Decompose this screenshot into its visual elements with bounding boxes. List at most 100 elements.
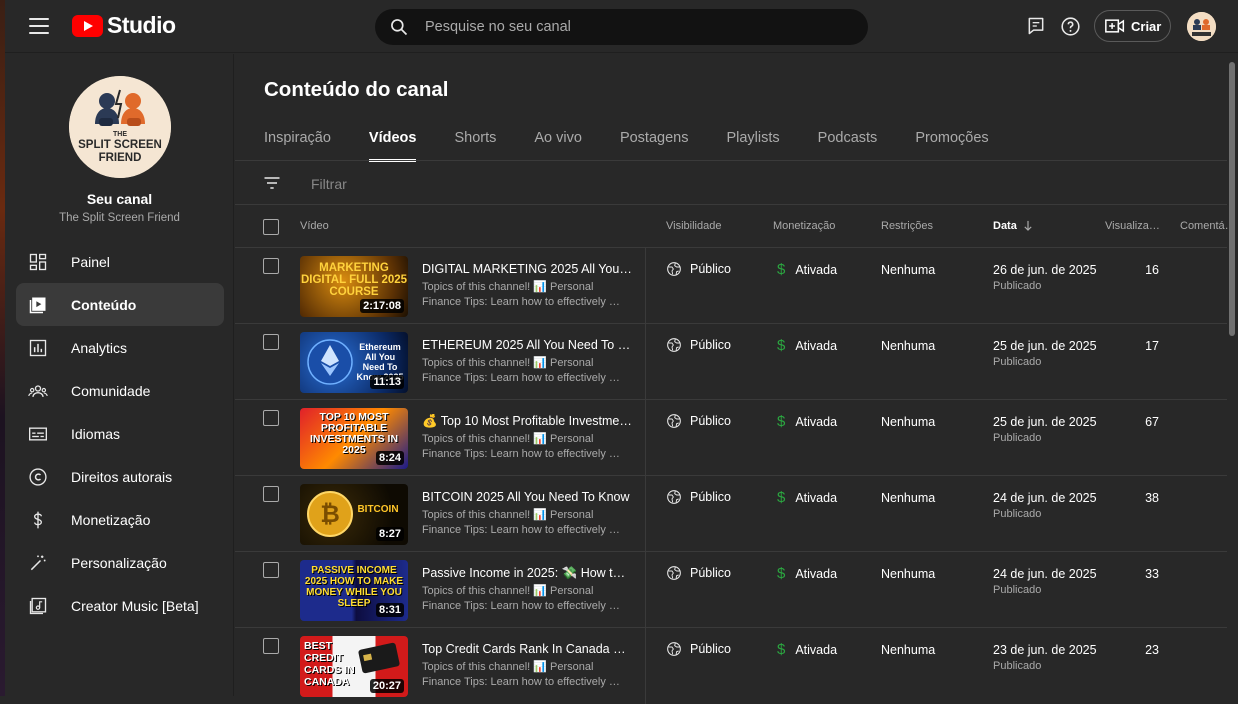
sidebar-nav: Painel Conteúdo Analytics Comunidade Idi… [16,240,224,627]
page-title: Conteúdo do canal [264,78,449,101]
sidebar-item-creator-music[interactable]: Creator Music [Beta] [16,584,224,627]
sidebar-item-painel[interactable]: Painel [16,240,224,283]
video-thumbnail[interactable]: MARKETING DIGITAL FULL 2025 COURSE 2:17:… [300,256,408,317]
restrictions-cell: Nenhuma [881,415,936,429]
video-thumbnail[interactable]: PASSIVE INCOME 2025 HOW TO MAKE MONEY WH… [300,560,408,621]
logo-text: Studio [107,12,176,38]
row-checkbox[interactable] [263,562,279,578]
desc-line: Finance Tips: Learn how to effectively m… [422,676,622,688]
video-thumbnail[interactable]: Ethereum All You Need To Know 2025 11:13 [300,332,408,393]
row-checkbox[interactable] [263,486,279,502]
sidebar-item-monetizacao[interactable]: Monetização [16,498,224,541]
create-video-icon [1105,19,1125,33]
desc-line: Finance Tips: Learn how to effectively m… [422,372,622,384]
tab-postagens[interactable]: Postagens [620,130,689,160]
sidebar-item-personalizacao[interactable]: Personalização [16,541,224,584]
monetization-cell[interactable]: $ Ativada [777,337,837,354]
visibility-cell[interactable]: Público [666,261,731,277]
filter-input[interactable]: Filtrar [311,176,347,192]
sidebar-item-analytics[interactable]: Analytics [16,326,224,369]
studio-logo[interactable]: Studio [72,12,176,39]
row-checkbox[interactable] [263,334,279,350]
header-monetization[interactable]: Monetização [773,220,835,232]
monetization-cell[interactable]: $ Ativada [777,413,837,430]
account-avatar[interactable] [1187,12,1216,41]
visibility-cell[interactable]: Público [666,641,731,657]
sidebar-item-label: Personalização [71,554,167,571]
main-content: Conteúdo do canal Inspiração Vídeos Shor… [235,54,1236,704]
video-title[interactable]: DIGITAL MARKETING 2025 All You Need To K… [422,262,632,276]
avatar-text-top: THE [113,131,127,138]
monetization-cell[interactable]: $ Ativada [777,641,837,658]
search-bar[interactable]: Pesquise no seu canal [375,9,868,45]
table-row[interactable]: BEST CREDIT CARDS IN CANADA 20:27 Top Cr… [235,628,1227,704]
table-row[interactable]: PASSIVE INCOME 2025 HOW TO MAKE MONEY WH… [235,552,1227,628]
video-title[interactable]: BITCOIN 2025 All You Need To Know [422,490,632,504]
visibility-label: Público [690,414,731,428]
help-icon[interactable] [1058,14,1082,38]
table-row[interactable]: ₿ BITCOIN 8:27 BITCOIN 2025 All You Need… [235,476,1227,552]
sidebar-item-comunidade[interactable]: Comunidade [16,369,224,412]
tab-inspiracao[interactable]: Inspiração [264,130,331,160]
tab-podcasts[interactable]: Podcasts [818,130,878,160]
row-checkbox[interactable] [263,638,279,654]
visibility-cell[interactable]: Público [666,565,731,581]
visibility-cell[interactable]: Público [666,337,731,353]
sidebar-item-conteudo[interactable]: Conteúdo [16,283,224,326]
sidebar-item-idiomas[interactable]: Idiomas [16,412,224,455]
monetization-label: Ativada [795,490,838,505]
date-status: Publicado [993,584,1042,596]
tab-playlists[interactable]: Playlists [726,130,779,160]
visibility-cell[interactable]: Público [666,489,731,505]
header-restrictions[interactable]: Restrições [881,220,933,232]
header-views[interactable]: Visualiza… [1105,220,1160,232]
avatar-image [1187,12,1216,41]
create-button[interactable]: Criar [1094,10,1171,42]
header-visibility[interactable]: Visibilidade [666,220,721,232]
monetization-cell[interactable]: $ Ativada [777,565,837,582]
monetization-label: Ativada [795,566,838,581]
avatar-text-bottom: FRIEND [98,152,142,164]
channel-title[interactable]: Seu canal [5,191,234,207]
table-row[interactable]: Ethereum All You Need To Know 2025 11:13… [235,324,1227,400]
video-title[interactable]: Passive Income in 2025: 💸 How to Make Mo… [422,566,632,581]
top-bar: Studio Pesquise no seu canal Criar [5,0,1238,53]
hamburger-menu-icon[interactable] [25,14,53,38]
header-date[interactable]: Data [993,220,1033,232]
row-checkbox[interactable] [263,410,279,426]
row-checkbox[interactable] [263,258,279,274]
feedback-icon[interactable] [1024,14,1048,38]
tab-videos[interactable]: Vídeos [368,130,416,162]
sidebar-item-direitos-autorais[interactable]: Direitos autorais [16,455,224,498]
video-title[interactable]: 💰 Top 10 Most Profitable Investments in … [422,414,632,429]
header-comments[interactable]: Comentá… [1180,220,1236,232]
video-thumbnail[interactable]: TOP 10 MOST PROFITABLE INVESTMENTS IN 20… [300,408,408,469]
date-status: Publicado [993,508,1042,520]
tab-promocoes[interactable]: Promoções [915,130,988,160]
desc-line: Finance Tips: Learn how to effectively m… [422,600,622,612]
select-all-checkbox[interactable] [263,219,279,235]
video-description: Topics of this channel! 📊 Personal Financ… [422,432,622,462]
tab-shorts[interactable]: Shorts [454,130,496,160]
date-cell: 25 de jun. de 2025 [993,415,1097,429]
date-cell: 24 de jun. de 2025 [993,491,1097,505]
thumbnail-text: TOP 10 MOST PROFITABLE INVESTMENTS IN 20… [309,411,399,456]
monetization-cell[interactable]: $ Ativada [777,489,837,506]
video-thumbnail[interactable]: BEST CREDIT CARDS IN CANADA 20:27 [300,636,408,697]
restrictions-cell: Nenhuma [881,263,936,277]
video-title[interactable]: Top Credit Cards Rank In Canada 🇨🇦 (2025… [422,642,632,657]
channel-avatar[interactable]: THE SPLIT SCREEN FRIEND [69,76,171,178]
video-title[interactable]: ETHEREUM 2025 All You Need To Know [422,338,632,352]
table-row[interactable]: TOP 10 MOST PROFITABLE INVESTMENTS IN 20… [235,400,1227,476]
monetization-cell[interactable]: $ Ativada [777,261,837,278]
filter-icon[interactable] [262,173,282,193]
column-divider [645,552,646,628]
search-input[interactable]: Pesquise no seu canal [425,19,571,35]
visibility-cell[interactable]: Público [666,413,731,429]
video-thumbnail[interactable]: ₿ BITCOIN 8:27 [300,484,408,545]
vertical-scrollbar[interactable] [1229,62,1235,336]
video-description: Topics of this channel! 📊 Personal Financ… [422,508,622,538]
sidebar-item-label: Idiomas [71,425,121,442]
tab-ao-vivo[interactable]: Ao vivo [534,130,582,160]
table-row[interactable]: MARKETING DIGITAL FULL 2025 COURSE 2:17:… [235,248,1227,324]
